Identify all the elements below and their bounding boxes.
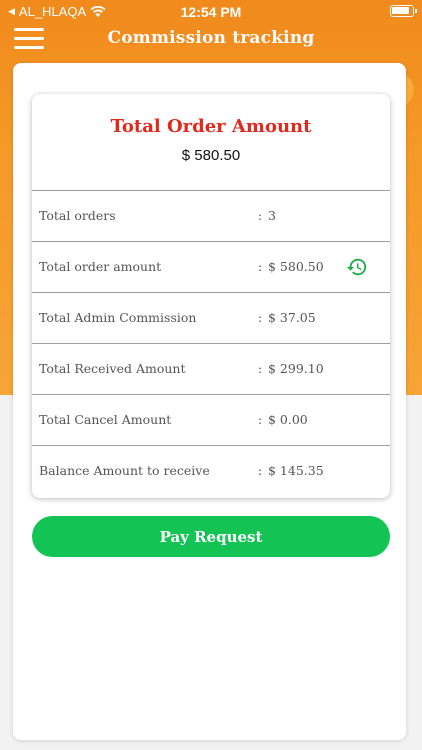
row-colon: : (258, 208, 263, 223)
row-label: Total Received Amount (39, 361, 186, 376)
status-bar: ◀ AL_HLAQA 12:54 PM (0, 0, 422, 24)
summary-title: Total Order Amount (110, 116, 312, 137)
row-value: $ 0.00 (268, 412, 308, 427)
row-colon: : (258, 412, 263, 427)
row-label: Balance Amount to receive (39, 463, 210, 478)
page-title: Commission tracking (107, 28, 315, 48)
row-value: $ 580.50 (268, 259, 324, 274)
row-label: Total order amount (39, 259, 162, 274)
history-icon[interactable] (346, 256, 368, 278)
row-total-received-amount: Total Received Amount : $ 299.10 (32, 344, 390, 395)
summary-header: Total Order Amount $ 580.50 (32, 94, 390, 191)
row-label: Total Cancel Amount (39, 412, 172, 427)
pay-request-button[interactable]: Pay Request (32, 516, 390, 557)
row-total-orders: Total orders : 3 (32, 191, 390, 242)
row-total-admin-commission: Total Admin Commission : $ 37.05 (32, 293, 390, 344)
row-label: Total orders (39, 208, 116, 223)
row-value: 3 (268, 208, 276, 223)
row-value: $ 37.05 (268, 310, 316, 325)
nav-bar: Commission tracking (0, 24, 422, 56)
commission-card: Total Order Amount $ 580.50 Total orders… (32, 94, 390, 498)
row-colon: : (258, 259, 263, 274)
row-balance-amount: Balance Amount to receive : $ 145.35 (32, 446, 390, 497)
summary-total: $ 580.50 (181, 147, 241, 164)
row-value: $ 145.35 (268, 463, 324, 478)
row-colon: : (258, 463, 263, 478)
battery-icon (390, 5, 417, 17)
row-value: $ 299.10 (268, 361, 324, 376)
status-time: 12:54 PM (180, 4, 242, 20)
row-label: Total Admin Commission (39, 310, 197, 325)
row-total-cancel-amount: Total Cancel Amount : $ 0.00 (32, 395, 390, 446)
row-colon: : (258, 310, 263, 325)
content-sheet: Total Order Amount $ 580.50 Total orders… (13, 63, 406, 740)
row-total-order-amount: Total order amount : $ 580.50 (32, 242, 390, 293)
row-colon: : (258, 361, 263, 376)
